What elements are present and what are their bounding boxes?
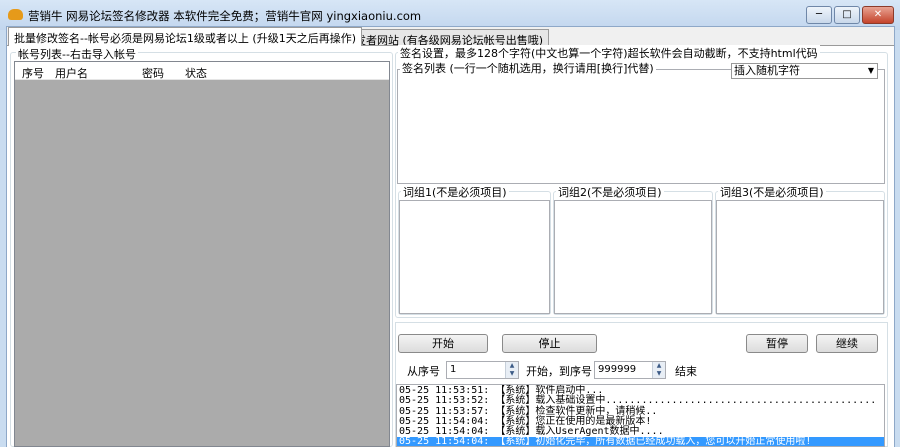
chevron-down-icon: ▼: [867, 66, 874, 75]
insert-random-char-select[interactable]: 插入随机字符 ▼: [731, 63, 878, 79]
spinner-arrows-icon[interactable]: ▲ ▼: [505, 362, 518, 378]
tab-batch-signature[interactable]: 批量修改签名--帐号必须是网易论坛1级或者以上 (升级1天之后再操作): [8, 27, 363, 46]
word-group-3-textarea[interactable]: [716, 200, 884, 314]
signature-list-textarea[interactable]: [397, 69, 885, 184]
maximize-button[interactable]: □: [834, 6, 860, 24]
window-title: 营销牛 网易论坛签名修改器 本软件完全免费；营销牛官网 yingxiaoniu.…: [28, 9, 422, 23]
stop-button[interactable]: 停止: [502, 334, 597, 353]
log-list[interactable]: 05-25 11:53:51: 【系统】软件启动中... 05-25 11:53…: [396, 384, 885, 447]
accounts-list[interactable]: [14, 61, 390, 447]
accounts-header: 序号 用户名 密码 状态: [15, 62, 389, 80]
column-header-status[interactable]: 状态: [185, 65, 207, 81]
pause-button[interactable]: 暂停: [746, 334, 808, 353]
resume-button[interactable]: 继续: [816, 334, 878, 353]
log-line-selected: 05-25 11:54:04: 【系统】初始化完毕，所有数据已经成功载入，您可以…: [397, 437, 884, 446]
word-group-2-textarea[interactable]: [554, 200, 712, 314]
start-button[interactable]: 开始: [398, 334, 488, 353]
word-group-3-label: 词组3(不是必须项目): [718, 184, 826, 200]
word-group-1-label: 词组1(不是必须项目): [401, 184, 509, 200]
word-group-1-textarea[interactable]: [399, 200, 550, 314]
from-index-stepper[interactable]: 1 ▲ ▼: [446, 361, 519, 379]
accounts-group-label: 帐号列表--右击导入帐号: [16, 46, 138, 62]
word-group-2-label: 词组2(不是必须项目): [556, 184, 664, 200]
to-index-stepper[interactable]: 999999 ▲ ▼: [594, 361, 666, 379]
from-index-value: 1: [450, 364, 457, 375]
column-header-index[interactable]: 序号: [22, 65, 44, 81]
from-index-label: 从序号: [407, 365, 440, 378]
app-icon: [8, 9, 23, 20]
end-label: 结束: [675, 365, 697, 378]
to-index-label: 开始，到序号: [526, 365, 592, 378]
column-header-username[interactable]: 用户名: [55, 65, 88, 81]
minimize-button[interactable]: ─: [806, 6, 832, 24]
insert-random-char-value: 插入随机字符: [734, 64, 800, 77]
column-header-password[interactable]: 密码: [142, 65, 164, 81]
signature-list-label: 签名列表 (一行一个随机选用，换行请用[换行]代替): [400, 60, 656, 76]
to-index-value: 999999: [598, 364, 637, 375]
close-button[interactable]: ✕: [862, 6, 894, 24]
spinner-arrows-icon[interactable]: ▲ ▼: [652, 362, 665, 378]
signature-group-label: 签名设置，最多128个字符(中文也算一个字符)超长软件会自动截断，不支持html…: [398, 45, 820, 61]
